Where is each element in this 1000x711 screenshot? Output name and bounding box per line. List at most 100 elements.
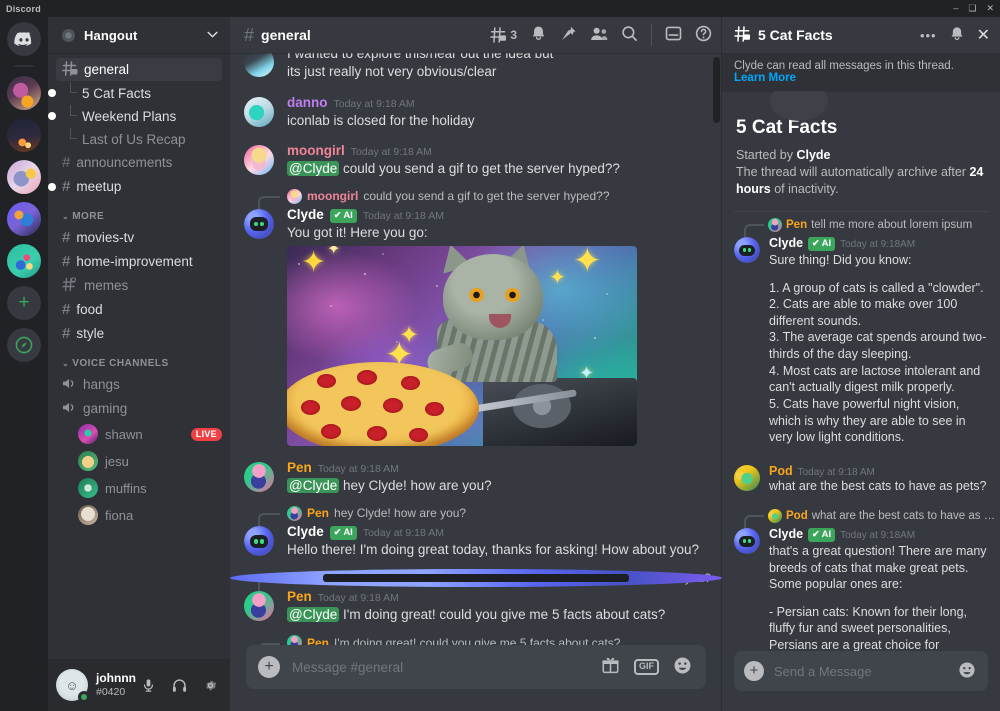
avatar[interactable] bbox=[244, 526, 274, 557]
voice-member-jesu[interactable]: jesu bbox=[56, 448, 222, 474]
hash-icon: # bbox=[62, 154, 71, 171]
avatar[interactable] bbox=[734, 464, 760, 491]
sidebar-thread-weekend-plans[interactable]: Weekend Plans bbox=[48, 105, 222, 127]
avatar[interactable] bbox=[244, 209, 274, 239]
chevron-down-icon: ⌄ bbox=[62, 212, 70, 221]
sidebar-item-general[interactable]: general bbox=[56, 58, 222, 81]
sidebar-item-style[interactable]: # style bbox=[56, 322, 222, 345]
user-identity[interactable]: johnnn #0420 bbox=[96, 671, 136, 698]
threads-button[interactable]: 3 bbox=[490, 27, 517, 43]
explore-servers-button[interactable] bbox=[7, 328, 41, 362]
avatar[interactable]: ☺ bbox=[56, 669, 90, 703]
voice-member-shawn[interactable]: shawn LIVE bbox=[56, 421, 222, 447]
message-author[interactable]: Clyde bbox=[287, 524, 324, 541]
server-icon-1[interactable] bbox=[7, 76, 41, 110]
inbox-button[interactable] bbox=[665, 25, 682, 45]
sidebar-item-movies-tv[interactable]: # movies-tv bbox=[56, 226, 222, 249]
mention-clyde[interactable]: @Clyde bbox=[287, 161, 340, 177]
attach-file-button[interactable]: + bbox=[258, 656, 280, 678]
sidebar-item-food[interactable]: # food bbox=[56, 298, 222, 321]
reply-reference[interactable]: Pen I'm doing great! could you give me 5… bbox=[230, 634, 722, 645]
more-options-button[interactable]: ••• bbox=[920, 28, 937, 43]
avatar bbox=[287, 635, 302, 645]
check-icon: ✔ bbox=[812, 529, 820, 540]
close-thread-button[interactable]: ✕ bbox=[977, 25, 990, 45]
sidebar-item-meetup[interactable]: › # meetup bbox=[48, 175, 222, 198]
channel-name: meetup bbox=[76, 179, 122, 194]
reply-reference[interactable]: Pen hey Clyde! how are you? bbox=[230, 504, 722, 529]
mention-clyde[interactable]: @Clyde bbox=[287, 477, 340, 493]
reply-reference[interactable]: Pod what are the best cats to have as pe… bbox=[722, 507, 1000, 532]
sidebar-item-announcements[interactable]: # announcements bbox=[56, 151, 222, 174]
gift-button[interactable] bbox=[601, 656, 620, 678]
headphones-icon[interactable] bbox=[167, 672, 193, 698]
emoji-button[interactable] bbox=[958, 661, 976, 682]
discord-home-button[interactable] bbox=[7, 22, 41, 56]
attach-file-button[interactable]: + bbox=[744, 661, 764, 681]
close-button[interactable]: ✕ bbox=[986, 4, 994, 13]
message-author[interactable]: Pod bbox=[769, 464, 793, 478]
learn-more-link[interactable]: Learn More bbox=[734, 72, 796, 84]
gear-icon[interactable] bbox=[198, 672, 224, 698]
avatar[interactable] bbox=[244, 96, 274, 127]
server-icon-5[interactable] bbox=[7, 244, 41, 278]
member-list-button[interactable] bbox=[590, 25, 608, 45]
message-author[interactable]: Clyde bbox=[769, 527, 803, 541]
avatar[interactable] bbox=[734, 237, 760, 264]
reply-reference[interactable]: Clyde Hello there! I'm doing great today… bbox=[230, 569, 722, 594]
message-text: Sure thing! Did you know: 1. A group of … bbox=[769, 252, 988, 446]
pinned-messages-button[interactable] bbox=[560, 25, 577, 45]
sidebar-voice-gaming[interactable]: gaming bbox=[56, 397, 222, 420]
composer-box[interactable]: + Send a Message bbox=[734, 651, 988, 691]
mic-icon[interactable] bbox=[136, 672, 162, 698]
thread-notifications-button[interactable] bbox=[949, 26, 965, 45]
notifications-button[interactable] bbox=[530, 25, 547, 45]
add-server-button[interactable]: + bbox=[7, 286, 41, 320]
sidebar-item-memes[interactable]: memes bbox=[56, 274, 222, 297]
help-button[interactable] bbox=[695, 25, 712, 45]
reply-reference[interactable]: Pen tell me more about lorem ipsum bbox=[722, 216, 1000, 241]
gif-attachment[interactable]: ✦ ✦ ✦ ✦ ✦ ✦ ✦ PIONEER bbox=[287, 245, 637, 446]
sidebar-thread-last-of-us-recap[interactable]: Last of Us Recap bbox=[56, 128, 222, 150]
avatar[interactable] bbox=[734, 528, 760, 555]
message-author[interactable]: danno bbox=[287, 95, 328, 112]
thread-message-list[interactable]: 5 Cat Facts Started by Clyde The thread … bbox=[722, 91, 1000, 651]
thread-message-input[interactable]: Send a Message bbox=[774, 664, 958, 679]
sidebar-voice-hangs[interactable]: hangs bbox=[56, 373, 222, 396]
search-button[interactable] bbox=[621, 25, 638, 45]
voice-member-muffins[interactable]: muffins bbox=[56, 475, 222, 501]
sidebar-thread-5-cat-facts[interactable]: 5 Cat Facts bbox=[48, 82, 222, 104]
mention-clyde[interactable]: @Clyde bbox=[287, 606, 340, 622]
message-author[interactable]: Clyde bbox=[769, 236, 803, 250]
started-by-author[interactable]: Clyde bbox=[796, 148, 830, 162]
avatar[interactable] bbox=[244, 461, 274, 492]
message-author[interactable]: Clyde bbox=[287, 207, 324, 224]
reply-reference[interactable]: moongirl could you send a gif to get the… bbox=[230, 187, 722, 211]
server-icon-3[interactable] bbox=[7, 160, 41, 194]
sidebar-item-home-improvement[interactable]: # home-improvement bbox=[56, 250, 222, 273]
speaker-icon bbox=[62, 401, 77, 417]
emoji-button[interactable] bbox=[673, 656, 692, 678]
message-author[interactable]: Pen bbox=[287, 589, 312, 606]
maximize-button[interactable]: ❑ bbox=[968, 4, 976, 13]
channel-name: gaming bbox=[83, 401, 128, 416]
server-icon-4[interactable] bbox=[7, 202, 41, 236]
avatar[interactable] bbox=[244, 53, 274, 77]
message-list[interactable]: I wanted to explore this/hear out the id… bbox=[230, 53, 722, 645]
avatar[interactable] bbox=[244, 591, 274, 622]
avatar[interactable] bbox=[244, 145, 274, 176]
category-more[interactable]: ⌄ MORE bbox=[48, 199, 230, 225]
channel-list[interactable]: general 5 Cat Facts Weekend Plans Last o… bbox=[48, 53, 230, 659]
message-input[interactable]: Message #general bbox=[292, 660, 601, 675]
category-voice-channels[interactable]: ⌄ VOICE CHANNELS bbox=[48, 346, 230, 372]
composer-box[interactable]: + Message #general GIF bbox=[246, 645, 706, 689]
message-author[interactable]: moongirl bbox=[287, 143, 345, 160]
guild-header[interactable]: Hangout bbox=[48, 17, 230, 53]
gif-picker-button[interactable]: GIF bbox=[634, 659, 659, 675]
message-scrollbar[interactable] bbox=[713, 57, 720, 123]
voice-member-fiona[interactable]: fiona bbox=[56, 502, 222, 528]
message-author[interactable]: Pen bbox=[287, 460, 312, 477]
server-icon-2[interactable] bbox=[7, 118, 41, 152]
message-text: @Clyde I'm doing great! could you give m… bbox=[287, 606, 708, 624]
minimize-button[interactable]: – bbox=[953, 4, 958, 13]
